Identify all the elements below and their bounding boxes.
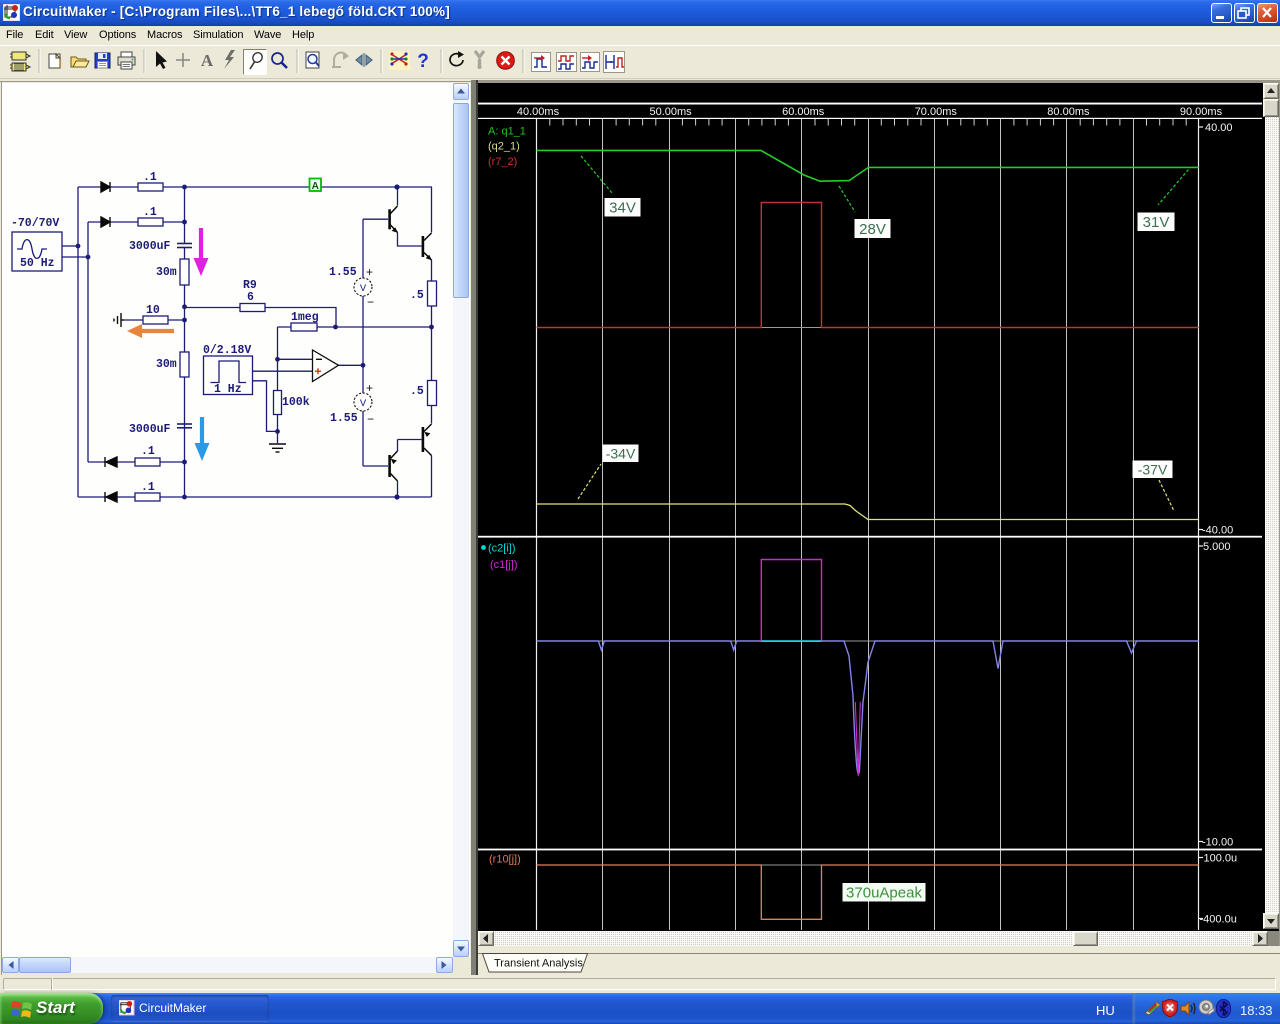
svg-text:+: + (366, 381, 373, 395)
svg-text:3000uF: 3000uF (129, 240, 171, 253)
svg-text:40.00: 40.00 (1205, 122, 1233, 134)
svg-text:370uApeak: 370uApeak (846, 885, 922, 902)
svg-text:(c2[i]): (c2[i]) (488, 543, 516, 555)
svg-text:-400.0u: -400.0u (1200, 914, 1237, 926)
svg-text:-34V: -34V (606, 446, 636, 462)
svg-text:A: q1_1: A: q1_1 (488, 126, 526, 138)
svg-text:A: A (312, 181, 319, 192)
svg-text:90.00ms: 90.00ms (1180, 106, 1223, 118)
svg-text:40.00ms: 40.00ms (517, 106, 560, 118)
svg-text:.1: .1 (141, 445, 155, 458)
svg-text:3000uF: 3000uF (129, 423, 171, 436)
svg-text:30m: 30m (156, 266, 177, 279)
svg-text:6: 6 (247, 291, 254, 304)
svg-text:31V: 31V (1143, 214, 1170, 231)
svg-text:0/2.18V: 0/2.18V (203, 344, 251, 357)
svg-text:5.000: 5.000 (1203, 541, 1231, 553)
svg-text:50 Hz: 50 Hz (20, 257, 55, 270)
svg-text:-37V: -37V (1138, 462, 1168, 478)
svg-text:70.00ms: 70.00ms (915, 106, 958, 118)
svg-text:-70/70V: -70/70V (11, 217, 59, 230)
svg-text:34V: 34V (609, 200, 636, 217)
svg-text:(r10[j]): (r10[j]) (489, 854, 521, 866)
svg-text:.5: .5 (410, 385, 424, 398)
svg-text:100k: 100k (282, 396, 310, 409)
svg-text:1.55: 1.55 (330, 412, 358, 425)
svg-text:.1: .1 (143, 171, 157, 184)
svg-text:100.0u: 100.0u (1204, 853, 1238, 865)
svg-text:(q2_1): (q2_1) (488, 141, 520, 153)
svg-text:A: A (201, 51, 214, 70)
svg-text:V: V (360, 283, 367, 295)
svg-text:?: ? (417, 51, 429, 72)
svg-text:1meg: 1meg (291, 311, 319, 324)
svg-text:1 Hz: 1 Hz (214, 383, 242, 396)
svg-text:.1: .1 (143, 206, 157, 219)
svg-text:(c1[j]): (c1[j]) (490, 559, 518, 571)
svg-text:-40.00: -40.00 (1202, 525, 1233, 537)
svg-text:80.00ms: 80.00ms (1047, 106, 1090, 118)
svg-text:28V: 28V (859, 221, 886, 238)
svg-text:50.00ms: 50.00ms (649, 106, 692, 118)
svg-text:V: V (360, 398, 367, 410)
svg-text:60.00ms: 60.00ms (782, 106, 825, 118)
svg-text:(r7_2): (r7_2) (488, 156, 517, 168)
svg-text:−: − (367, 295, 374, 309)
svg-text:−: − (367, 412, 374, 426)
svg-text:.1: .1 (141, 481, 155, 494)
svg-text:10: 10 (146, 304, 160, 317)
svg-text:Transient Analysis: Transient Analysis (494, 958, 583, 970)
svg-text:+: + (366, 265, 373, 279)
svg-text:.5: .5 (410, 289, 424, 302)
svg-text:1.55: 1.55 (329, 266, 357, 279)
svg-text:-10.00: -10.00 (1202, 837, 1233, 849)
svg-text:30m: 30m (156, 358, 177, 371)
